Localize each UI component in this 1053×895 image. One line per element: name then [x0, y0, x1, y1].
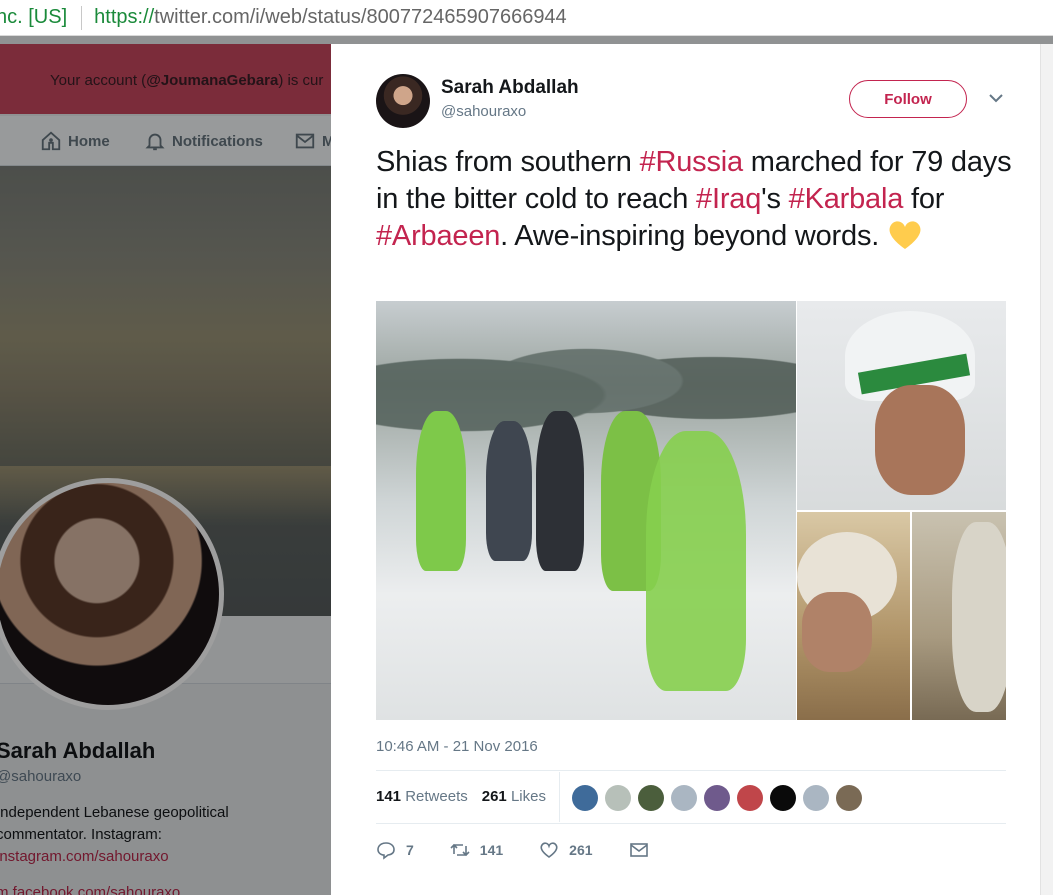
liker-avatar[interactable] [737, 785, 763, 811]
reply-button[interactable]: 7 [376, 840, 414, 860]
liker-avatar[interactable] [770, 785, 796, 811]
hashtag-iraq[interactable]: #Iraq [696, 183, 761, 215]
retweet-icon [450, 843, 470, 857]
photo-figure [646, 431, 746, 691]
url-scheme[interactable]: https:// [94, 6, 154, 29]
likes-count: 261 [481, 788, 507, 805]
tweet-author-name[interactable]: Sarah Abdallah [441, 77, 579, 99]
tweet-photo-march[interactable] [376, 301, 796, 720]
hashtag-russia[interactable]: #Russia [640, 146, 744, 178]
liker-avatar[interactable] [704, 785, 730, 811]
tweet-author-handle[interactable]: @sahouraxo [441, 103, 526, 120]
hashtag-karbala[interactable]: #Karbala [789, 183, 904, 215]
tweet-author-avatar[interactable] [376, 74, 430, 128]
tweet-stats: 141 Retweets 261 Likes [376, 788, 546, 805]
divider [376, 770, 1006, 771]
like-button[interactable]: 261 [539, 840, 593, 860]
retweets-count: 141 [376, 788, 402, 805]
tweet-photo-portrait[interactable] [797, 301, 1006, 510]
url-text[interactable]: twitter.com/i/web/status/800772465907666… [154, 6, 567, 29]
retweet-count: 141 [479, 842, 504, 858]
liker-avatar[interactable] [605, 785, 631, 811]
liker-avatar[interactable] [803, 785, 829, 811]
retweets-label: Retweets [405, 788, 468, 805]
stats-divider [559, 772, 560, 822]
retweets-stat[interactable]: 141 Retweets [376, 788, 468, 805]
photo-face [875, 385, 965, 495]
divider [376, 823, 1006, 824]
photo-figure [536, 411, 584, 571]
liker-avatar[interactable] [671, 785, 697, 811]
photo-figure [952, 522, 1006, 712]
photo-face [802, 592, 872, 672]
yellow-heart-icon [889, 221, 921, 249]
tweet-photo-hood[interactable] [797, 512, 910, 720]
screen: nc. [US] https:// twitter.com/i/web/stat… [0, 0, 1053, 895]
hashtag-arbaeen[interactable]: #Arbaeen [376, 220, 500, 252]
liker-avatar[interactable] [836, 785, 862, 811]
address-divider [81, 5, 83, 30]
photo-figure [486, 421, 532, 561]
tweet-text-part: for [903, 183, 945, 215]
address-bar[interactable]: nc. [US] https:// twitter.com/i/web/stat… [0, 0, 1053, 36]
certificate-label[interactable]: nc. [US] [0, 6, 67, 29]
likes-stat[interactable]: 261 Likes [482, 788, 546, 805]
liker-avatars [572, 785, 862, 811]
retweet-button[interactable]: 141 [450, 840, 503, 860]
envelope-icon [629, 843, 648, 857]
direct-message-button[interactable] [629, 840, 649, 860]
photo-figure [416, 411, 466, 571]
like-count: 261 [569, 842, 593, 858]
tweet-photo-snow[interactable] [912, 512, 1006, 720]
follow-button[interactable]: Follow [849, 80, 967, 118]
liker-avatar[interactable] [572, 785, 598, 811]
tweet-text-part: Shias from southern [376, 146, 640, 178]
tweet-text: Shias from southern #Russia marched for … [376, 144, 1016, 255]
heart-icon [540, 842, 558, 858]
tweet-actions: 7 141 261 [376, 840, 685, 860]
liker-avatar[interactable] [638, 785, 664, 811]
likes-label: Likes [510, 788, 546, 805]
tweet-text-part: . Awe-inspiring beyond words. [500, 220, 880, 252]
reply-count: 7 [406, 842, 414, 858]
chevron-down-icon[interactable] [988, 92, 1004, 104]
reply-icon [377, 842, 395, 860]
tweet-timestamp[interactable]: 10:46 AM - 21 Nov 2016 [376, 738, 538, 755]
scrollbar[interactable] [1040, 44, 1053, 895]
tweet-text-part: 's [761, 183, 789, 215]
